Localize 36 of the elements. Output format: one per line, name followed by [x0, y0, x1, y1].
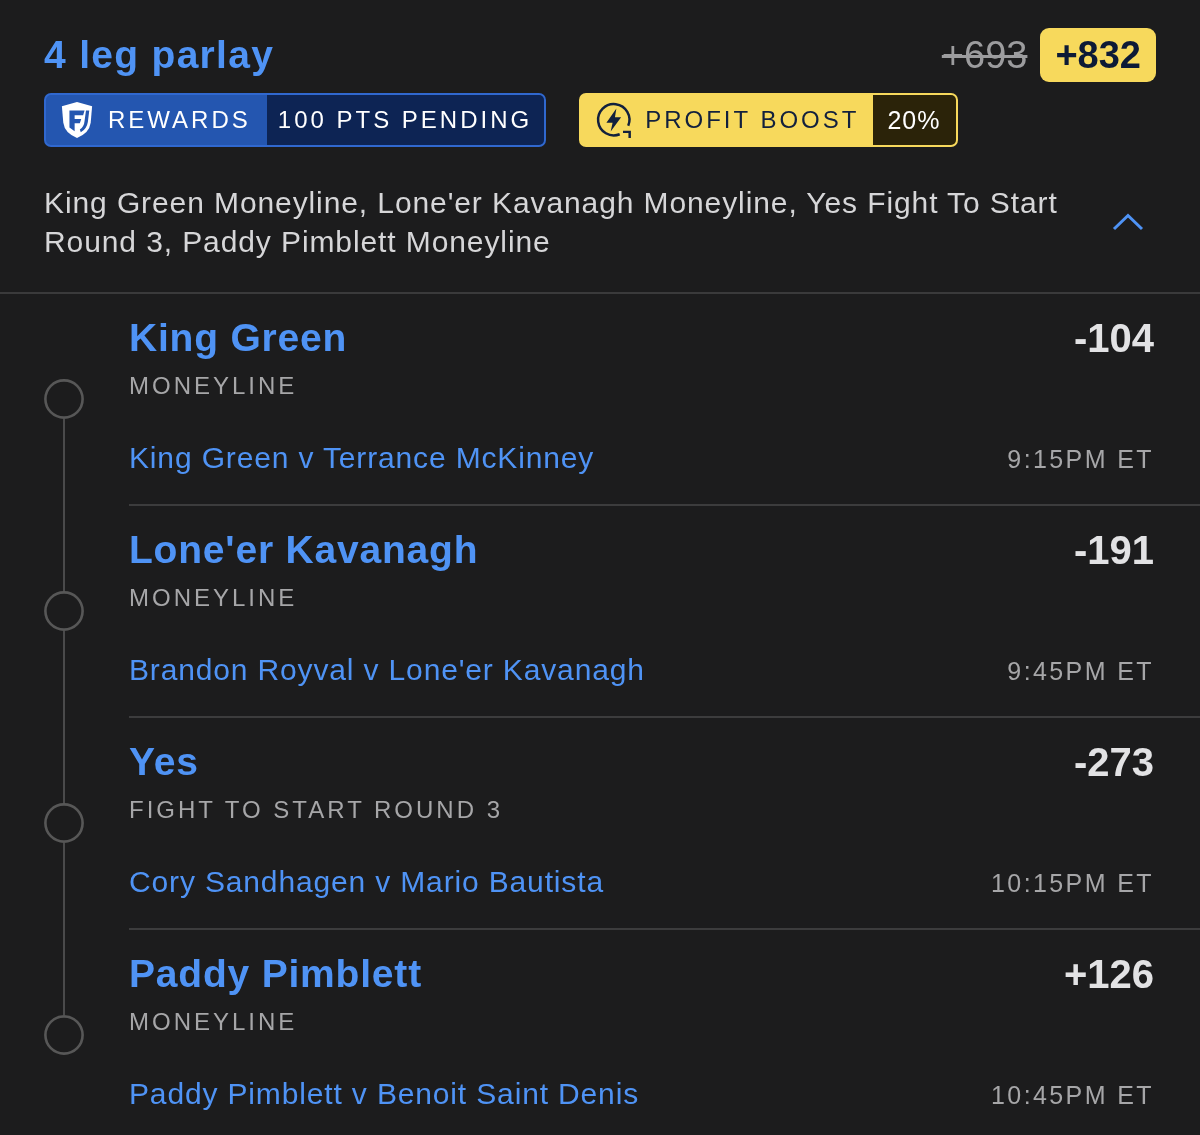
leg-odds: -273	[1073, 740, 1154, 784]
selection-name: Lone'er Kavanagh	[129, 528, 479, 572]
boosted-odds-badge: +832	[1040, 28, 1156, 82]
event-time: 9:15PM ET	[1007, 445, 1154, 474]
legs-summary: King Green Moneyline, Lone'er Kavanagh Moneyline, Yes Fight To Start Round 3, Paddy Pimblett Moneyline	[44, 185, 1059, 260]
event-link[interactable]: King Green v Terrance McKinney	[129, 440, 595, 476]
boost-percent: 20%	[873, 95, 957, 145]
profit-boost-label: PROFIT BOOST	[645, 105, 861, 135]
parlay-title: 4 leg parlay	[44, 33, 275, 77]
collapse-button[interactable]	[1112, 213, 1144, 231]
market-label: FIGHT TO START ROUND 3	[129, 795, 504, 825]
market-label: MONEYLINE	[129, 583, 299, 613]
market-label: MONEYLINE	[129, 1007, 299, 1037]
leg-odds: -191	[1073, 528, 1154, 572]
ring-icon	[44, 803, 84, 843]
event-time: 10:45PM ET	[991, 1081, 1154, 1110]
market-label: MONEYLINE	[129, 371, 299, 401]
ring-icon	[44, 591, 84, 631]
event-link[interactable]: Cory Sandhagen v Mario Bautista	[129, 864, 604, 900]
shield-logo-icon	[60, 101, 94, 139]
rewards-points: 100 PTS PENDING	[266, 95, 545, 145]
lightning-bolt-icon	[595, 101, 634, 139]
chevron-up-icon	[1112, 213, 1144, 231]
leg-odds: +126	[1063, 952, 1154, 996]
ring-icon	[44, 1015, 84, 1055]
rewards-label: REWARDS	[108, 105, 252, 135]
event-link[interactable]: Paddy Pimblett v Benoit Saint Denis	[129, 1076, 639, 1112]
event-time: 9:45PM ET	[1007, 657, 1154, 686]
ring-icon	[44, 379, 84, 419]
selection-name: Yes	[129, 740, 200, 784]
event-link[interactable]: Brandon Royval v Lone'er Kavanagh	[129, 652, 645, 688]
leg-odds: -104	[1073, 316, 1154, 360]
event-time: 10:15PM ET	[991, 869, 1154, 898]
original-odds: +693	[941, 33, 1028, 77]
selection-name: King Green	[129, 316, 348, 360]
selection-name: Paddy Pimblett	[129, 952, 422, 996]
